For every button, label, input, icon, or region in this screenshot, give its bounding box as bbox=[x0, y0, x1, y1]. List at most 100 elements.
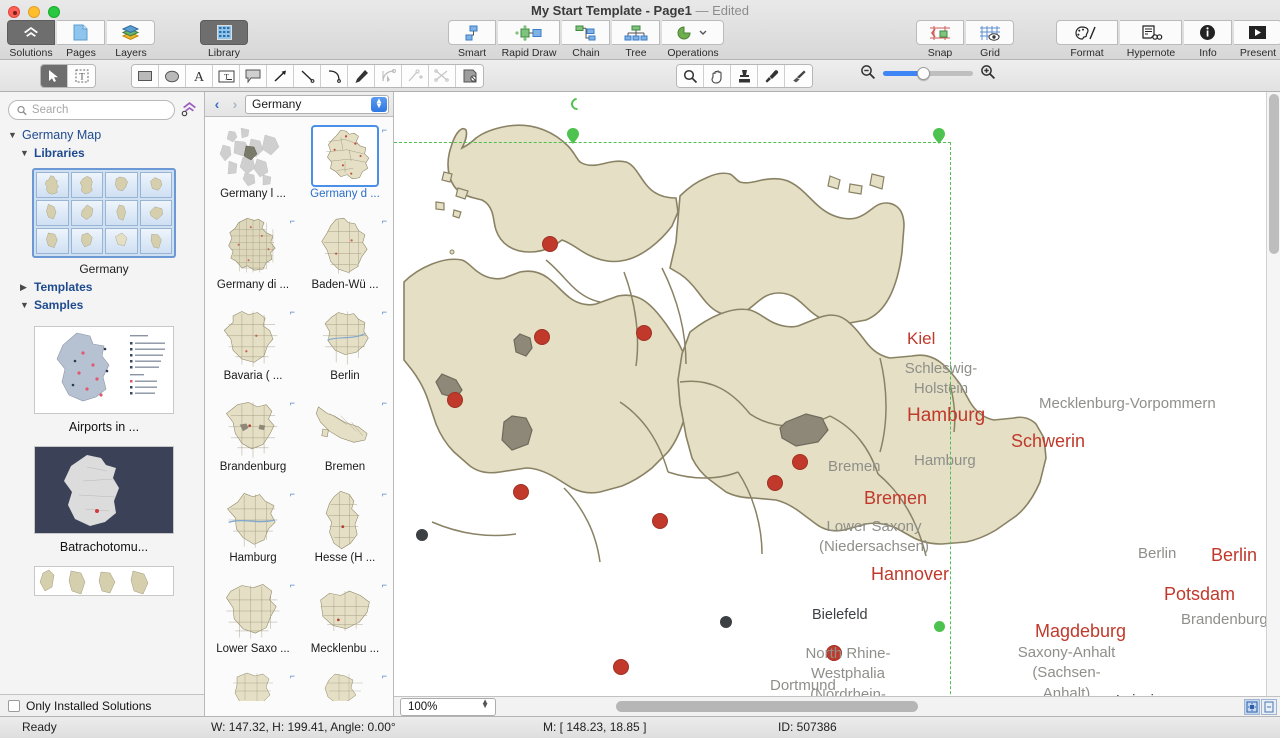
toolbar-info-button[interactable]: Info bbox=[1183, 20, 1233, 59]
library-cell bbox=[139, 172, 172, 198]
stepper-icon[interactable]: ▲ ▼ bbox=[371, 96, 387, 112]
horizontal-scroll-thumb[interactable] bbox=[616, 700, 918, 712]
format-icon bbox=[1056, 20, 1118, 45]
tree-node-libraries[interactable]: ▼ Libraries bbox=[4, 144, 204, 162]
canvas-area[interactable]: Kiel Hamburg Schwerin Bremen Hannover Ma… bbox=[394, 92, 1280, 716]
fit-width-icon[interactable] bbox=[1261, 698, 1277, 715]
zoom-in-icon[interactable] bbox=[980, 64, 996, 83]
toolbar-smart-button[interactable]: Smart bbox=[447, 20, 497, 59]
library-shape-hamburg[interactable]: ⌐ Hamburg bbox=[207, 487, 299, 578]
chevron-down-icon[interactable]: ▼ bbox=[20, 148, 30, 158]
library-shape-mecklenburg[interactable]: ⌐ Mecklenbu ... bbox=[299, 578, 391, 669]
zoom-slider-knob[interactable] bbox=[917, 67, 930, 80]
library-shape-nrw[interactable]: ⌐ bbox=[207, 669, 299, 716]
zoom-level-field[interactable]: 100% ▲ ▼ bbox=[400, 697, 496, 716]
zoom-slider-group[interactable] bbox=[860, 64, 996, 83]
search-field[interactable] bbox=[8, 100, 175, 120]
library-shape-berlin[interactable]: ⌐ Berlin bbox=[299, 305, 391, 396]
toolbar-pages-button[interactable]: Pages bbox=[56, 20, 106, 59]
library-shape-bavaria[interactable]: ⌐ Bavaria ( ... bbox=[207, 305, 299, 396]
library-shape-hesse[interactable]: ⌐ Hesse (H ... bbox=[299, 487, 391, 578]
tree-node-templates[interactable]: ▶ Templates bbox=[4, 278, 204, 296]
selection-handle-right[interactable] bbox=[934, 621, 945, 632]
sample-card-batrachotomus[interactable]: Batrachotomu... bbox=[4, 446, 204, 554]
zoom-slider[interactable] bbox=[883, 67, 973, 80]
sample-card-airports[interactable]: Airports in ... bbox=[4, 326, 204, 434]
master-corner-icon: ⌐ bbox=[289, 398, 295, 408]
vertical-scroll-thumb[interactable] bbox=[1269, 94, 1279, 254]
toolbar-snap-button[interactable]: Snap bbox=[915, 20, 965, 59]
cut-path-tool[interactable] bbox=[429, 65, 456, 87]
selection-tools-group: T bbox=[40, 64, 96, 88]
toolbar-present-button[interactable]: Present bbox=[1233, 20, 1280, 59]
toolbar-grid-button[interactable]: Grid bbox=[965, 20, 1015, 59]
shape-fill-tool[interactable] bbox=[456, 65, 483, 87]
library-cell bbox=[139, 228, 172, 254]
text-box-tool[interactable]: T bbox=[213, 65, 240, 87]
sample-caption: Airports in ... bbox=[68, 420, 140, 434]
toolbar-library-group: Library bbox=[199, 20, 249, 59]
toolbar-chain-button[interactable]: Chain bbox=[561, 20, 611, 59]
toolbar-tree-button[interactable]: Tree bbox=[611, 20, 661, 59]
chevron-right-icon[interactable]: ▶ bbox=[20, 282, 30, 293]
library-select[interactable]: Germany ▲ ▼ bbox=[245, 94, 389, 114]
only-installed-solutions-row[interactable]: Only Installed Solutions bbox=[0, 694, 204, 716]
toolbar-layers-button[interactable]: Layers bbox=[106, 20, 156, 59]
stepper-icon[interactable]: ▲ ▼ bbox=[481, 697, 489, 710]
ellipse-tool[interactable] bbox=[159, 65, 186, 87]
drawing-canvas[interactable]: Kiel Hamburg Schwerin Bremen Hannover Ma… bbox=[394, 92, 1280, 716]
library-card-germany[interactable]: Germany bbox=[4, 168, 204, 276]
toolbar-operations-button[interactable]: Operations bbox=[661, 20, 725, 59]
master-corner-icon: ⌐ bbox=[289, 580, 295, 590]
library-shape-germany-districts[interactable]: ⌐ Germany di ... bbox=[207, 214, 299, 305]
library-shape-germany-detailed[interactable]: ⌐ Germany d ... bbox=[299, 123, 391, 214]
toolbar-rapid-draw-button[interactable]: Rapid Draw bbox=[497, 20, 561, 59]
snap-icon bbox=[916, 20, 964, 45]
eyedropper-tool[interactable] bbox=[758, 65, 785, 87]
toolbar-present-label: Present bbox=[1239, 47, 1277, 59]
text-tool[interactable]: A bbox=[186, 65, 213, 87]
library-shape-rhineland[interactable]: ⌐ bbox=[299, 669, 391, 716]
magnifier-tool[interactable] bbox=[677, 65, 704, 87]
chevron-down-icon[interactable]: ▼ bbox=[20, 300, 30, 310]
library-shape-baden-wurttemberg[interactable]: ⌐ Baden-Wü ... bbox=[299, 214, 391, 305]
sample-card-third[interactable] bbox=[4, 566, 204, 596]
solution-pin-icon[interactable] bbox=[181, 100, 198, 120]
rectangle-tool[interactable] bbox=[132, 65, 159, 87]
add-point-tool[interactable] bbox=[402, 65, 429, 87]
line-tool[interactable] bbox=[294, 65, 321, 87]
arrow-tool[interactable] bbox=[267, 65, 294, 87]
capital-label-potsdam: Potsdam bbox=[1164, 584, 1236, 604]
pointer-tool[interactable] bbox=[41, 65, 68, 87]
selection-handle-top[interactable] bbox=[566, 127, 580, 145]
stamp-tool[interactable] bbox=[731, 65, 758, 87]
toolbar-library-button[interactable]: Library bbox=[199, 20, 249, 59]
paintbrush-tool[interactable] bbox=[785, 65, 812, 87]
pen-tool[interactable] bbox=[348, 65, 375, 87]
toolbar-grid-label: Grid bbox=[980, 47, 1000, 59]
zoom-out-icon[interactable] bbox=[860, 64, 876, 83]
library-shape-lower-saxony[interactable]: ⌐ Lower Saxo ... bbox=[207, 578, 299, 669]
chevron-left-icon[interactable]: ‹ bbox=[209, 96, 225, 112]
library-shape-bremen[interactable]: ⌐ Bremen bbox=[299, 396, 391, 487]
canvas-vertical-scrollbar[interactable] bbox=[1266, 92, 1280, 696]
callout-tool[interactable] bbox=[240, 65, 267, 87]
toolbar-hypernote-button[interactable]: Hypernote bbox=[1119, 20, 1183, 59]
library-shape-germany-location[interactable]: Germany l ... bbox=[207, 123, 299, 214]
curve-tool[interactable] bbox=[321, 65, 348, 87]
tree-node-samples[interactable]: ▼ Samples bbox=[4, 296, 204, 314]
toolbar-solutions-button[interactable]: Solutions bbox=[6, 20, 56, 59]
chevron-down-icon[interactable]: ▼ bbox=[8, 130, 18, 140]
selection-handle-top-right[interactable] bbox=[932, 127, 946, 145]
only-installed-checkbox[interactable] bbox=[8, 699, 20, 712]
search-input[interactable] bbox=[31, 104, 166, 116]
library-shape-brandenburg[interactable]: ⌐ Brandenburg bbox=[207, 396, 299, 487]
hand-tool[interactable] bbox=[704, 65, 731, 87]
toolbar-format-button[interactable]: Format bbox=[1055, 20, 1119, 59]
text-select-tool[interactable]: T bbox=[68, 65, 95, 87]
canvas-horizontal-scrollbar[interactable] bbox=[496, 697, 1244, 717]
bezier-tool[interactable] bbox=[375, 65, 402, 87]
chevron-right-icon[interactable]: › bbox=[227, 96, 243, 112]
fit-page-icon[interactable] bbox=[1244, 698, 1260, 715]
tree-node-germany-map[interactable]: ▼ Germany Map bbox=[4, 126, 204, 144]
